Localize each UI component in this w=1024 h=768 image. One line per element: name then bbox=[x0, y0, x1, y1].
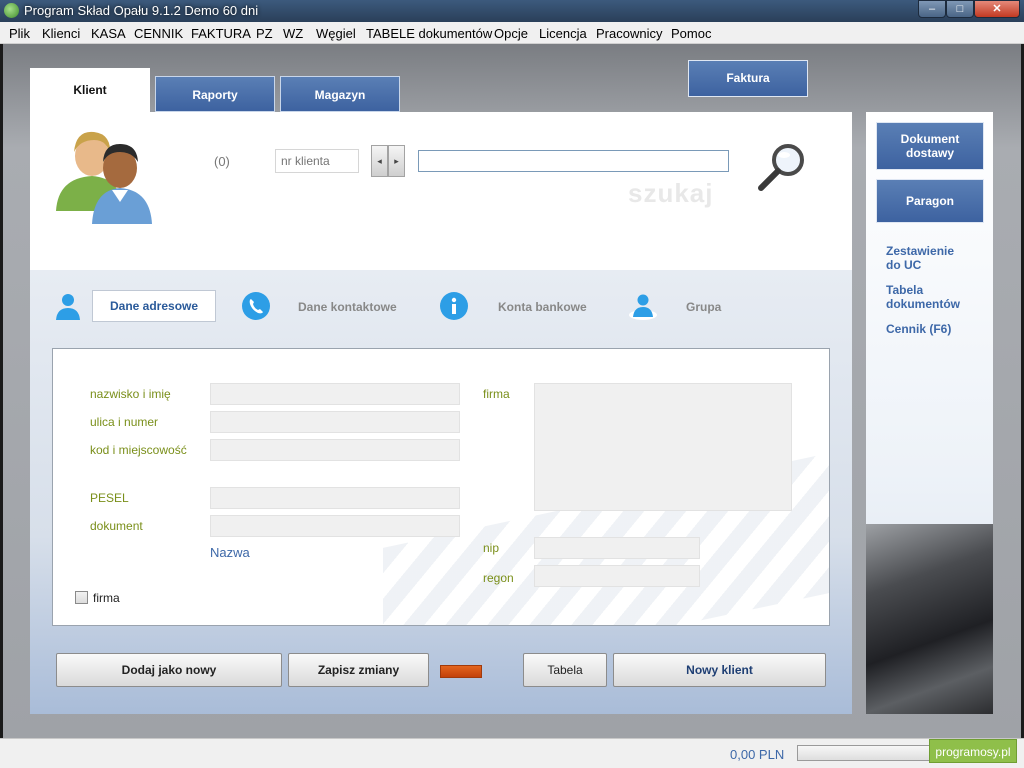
title-bar: Program Skład Opału 9.1.2 Demo 60 dni – … bbox=[0, 0, 1024, 22]
menu-klienci[interactable]: Klienci bbox=[42, 26, 80, 41]
client-panel: (0) ◂ ▸ szukaj Dane adresowe Dane kontak… bbox=[30, 112, 852, 714]
ulica-field[interactable] bbox=[210, 411, 460, 433]
regon-field[interactable] bbox=[534, 565, 700, 587]
nip-label: nip bbox=[483, 541, 500, 555]
firma-checkbox[interactable] bbox=[75, 591, 88, 604]
price-list-link[interactable]: Cennik (F6) bbox=[886, 322, 951, 336]
faktura-button[interactable]: Faktura bbox=[688, 60, 808, 97]
status-indicator bbox=[440, 665, 482, 678]
pesel-label: PESEL bbox=[90, 491, 129, 505]
minimize-button[interactable]: – bbox=[918, 0, 946, 18]
delivery-document-button[interactable]: Dokument dostawy bbox=[876, 122, 984, 170]
address-form: nazwisko i imię ulica i numer kod i miej… bbox=[52, 348, 830, 626]
documents-table-link[interactable]: Tabela dokumentów bbox=[886, 283, 960, 311]
search-icon[interactable] bbox=[756, 142, 810, 192]
amount-display: 0,00 PLN bbox=[730, 747, 785, 762]
subtab-grupa[interactable]: Grupa bbox=[686, 300, 721, 314]
firma-checkbox-label: firma bbox=[93, 591, 120, 605]
nazwa-link[interactable]: Nazwa bbox=[210, 545, 250, 560]
subtab-dane-adresowe[interactable]: Dane adresowe bbox=[92, 290, 217, 322]
uc-summary-label-1: Zestawienie bbox=[886, 244, 955, 258]
client-count: (0) bbox=[214, 154, 230, 169]
prev-client-button[interactable]: ◂ bbox=[371, 145, 388, 177]
menu-wegiel[interactable]: Węgiel bbox=[316, 26, 356, 41]
pesel-field[interactable] bbox=[210, 487, 460, 509]
receipt-button[interactable]: Paragon bbox=[876, 179, 984, 223]
maximize-button[interactable]: □ bbox=[946, 0, 974, 18]
menu-cennik[interactable]: CENNIK bbox=[134, 26, 183, 41]
menu-kasa[interactable]: KASA bbox=[91, 26, 126, 41]
table-button[interactable]: Tabela bbox=[523, 653, 607, 687]
person-icon bbox=[56, 294, 80, 320]
status-bar: 0,00 PLN programosy.pl bbox=[0, 738, 1024, 768]
group-icon bbox=[629, 294, 657, 320]
menu-plik[interactable]: Plik bbox=[9, 26, 30, 41]
app-icon bbox=[4, 3, 19, 18]
delivery-document-label-1: Dokument bbox=[900, 132, 960, 146]
clients-avatar-icon bbox=[56, 131, 152, 224]
kod-label: kod i miejscowość bbox=[90, 443, 187, 457]
close-button[interactable]: ✕ bbox=[974, 0, 1020, 18]
side-panel: Dokument dostawy Paragon Zestawienie do … bbox=[866, 112, 993, 714]
nazwisko-label: nazwisko i imię bbox=[90, 387, 171, 401]
subtab-konta-bankowe[interactable]: Konta bankowe bbox=[498, 300, 587, 314]
menu-faktura[interactable]: FAKTURA bbox=[191, 26, 251, 41]
uc-summary-link[interactable]: Zestawienie do UC bbox=[886, 244, 954, 272]
regon-label: regon bbox=[483, 571, 514, 585]
nazwisko-field[interactable] bbox=[210, 383, 460, 405]
uc-summary-label-2: do UC bbox=[886, 258, 922, 272]
ulica-label: ulica i numer bbox=[90, 415, 159, 429]
search-caption: szukaj bbox=[628, 178, 714, 208]
coal-image bbox=[866, 524, 993, 714]
window-title: Program Skład Opału 9.1.2 Demo 60 dni bbox=[24, 3, 259, 18]
new-client-button[interactable]: Nowy klient bbox=[613, 653, 826, 687]
client-search-input[interactable] bbox=[418, 150, 729, 172]
menu-pracownicy[interactable]: Pracownicy bbox=[596, 26, 662, 41]
next-client-button[interactable]: ▸ bbox=[388, 145, 405, 177]
firma-field[interactable] bbox=[534, 383, 792, 511]
firma-label: firma bbox=[483, 387, 510, 401]
save-changes-button[interactable]: Zapisz zmiany bbox=[288, 653, 429, 687]
menu-pz[interactable]: PZ bbox=[256, 26, 273, 41]
phone-icon bbox=[242, 292, 270, 320]
subtab-dane-kontaktowe[interactable]: Dane kontaktowe bbox=[298, 300, 397, 314]
menu-opcje[interactable]: Opcje bbox=[494, 26, 528, 41]
add-as-new-button[interactable]: Dodaj jako nowy bbox=[56, 653, 282, 687]
dokument-label: dokument bbox=[90, 519, 143, 533]
menu-wz[interactable]: WZ bbox=[283, 26, 303, 41]
tab-raporty[interactable]: Raporty bbox=[155, 76, 275, 112]
delivery-document-label-2: dostawy bbox=[905, 146, 954, 160]
documents-table-label-1: Tabela bbox=[886, 283, 924, 297]
dokument-field[interactable] bbox=[210, 515, 460, 537]
documents-table-label-2: dokumentów bbox=[886, 297, 960, 311]
menu-tabele[interactable]: TABELE dokumentów bbox=[366, 26, 492, 41]
info-icon bbox=[440, 292, 468, 320]
nip-field[interactable] bbox=[534, 537, 700, 559]
tab-klient[interactable]: Klient bbox=[30, 68, 150, 112]
tab-magazyn[interactable]: Magazyn bbox=[280, 76, 400, 112]
menu-pomoc[interactable]: Pomoc bbox=[671, 26, 711, 41]
brand-logo[interactable]: programosy.pl bbox=[929, 739, 1017, 763]
client-number-input[interactable] bbox=[275, 149, 359, 173]
menu-licencja[interactable]: Licencja bbox=[539, 26, 587, 41]
kod-field[interactable] bbox=[210, 439, 460, 461]
menu-bar: Plik Klienci KASA CENNIK FAKTURA PZ WZ W… bbox=[0, 22, 1024, 44]
